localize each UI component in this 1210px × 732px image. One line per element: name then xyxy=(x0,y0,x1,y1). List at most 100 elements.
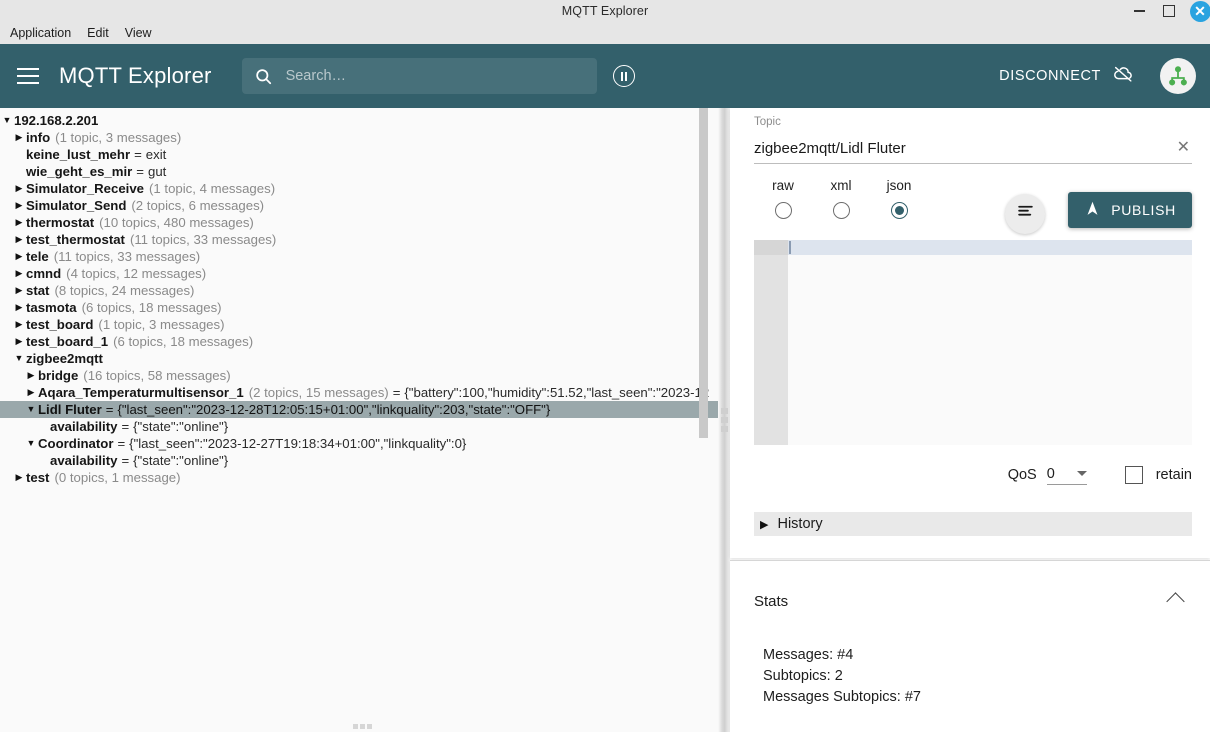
topic-input[interactable] xyxy=(754,135,1171,162)
tree-row-value: {"last_seen":"2023-12-28T12:05:15+01:00"… xyxy=(117,402,551,417)
search-input[interactable] xyxy=(285,58,597,94)
search-box[interactable] xyxy=(241,58,597,94)
caret-collapsed-icon[interactable]: ▶ xyxy=(14,180,24,197)
radio-json-icon[interactable] xyxy=(890,202,908,219)
tree-row-label: wie_geht_es_mir xyxy=(26,164,133,179)
chevron-up-icon[interactable] xyxy=(1166,592,1185,611)
maximize-icon[interactable] xyxy=(1154,0,1184,22)
format-option-raw[interactable]: raw xyxy=(754,178,812,219)
menu-item-view[interactable]: View xyxy=(117,24,160,42)
caret-collapsed-icon[interactable]: ▶ xyxy=(14,129,24,146)
tree-row[interactable]: ▶ test (0 topics, 1 message) xyxy=(0,469,718,486)
radio-xml-icon[interactable] xyxy=(832,202,850,219)
tree-row[interactable]: ▶ Simulator_Send (2 topics, 6 messages) xyxy=(0,197,718,214)
tree-row[interactable]: ▼ zigbee2mqtt xyxy=(0,350,718,367)
tree-row[interactable]: ▶ tele (11 topics, 33 messages) xyxy=(0,248,718,265)
tree-row-value: exit xyxy=(145,147,167,162)
format-option-json[interactable]: json xyxy=(870,178,928,219)
caret-collapsed-icon[interactable]: ▶ xyxy=(26,384,36,401)
tree-row-label: tasmota xyxy=(26,300,77,315)
tree-row-count: (1 topic, 4 messages) xyxy=(149,181,276,196)
caret-expanded-icon[interactable]: ▼ xyxy=(26,401,36,418)
format-label-raw: raw xyxy=(772,178,794,193)
tree-row[interactable]: ▶ test_board (1 topic, 3 messages) xyxy=(0,316,718,333)
tree-row-label: Lidl Fluter xyxy=(38,402,102,417)
app-title: MQTT Explorer xyxy=(59,63,212,88)
publish-button[interactable]: PUBLISH xyxy=(1068,192,1192,228)
caret-collapsed-icon[interactable]: ▶ xyxy=(14,231,24,248)
menu-hamburger-icon[interactable] xyxy=(17,68,39,84)
caret-collapsed-icon[interactable]: ▶ xyxy=(14,248,24,265)
search-icon xyxy=(242,67,286,86)
stats-list: Messages: #4 Subtopics: 2 Messages Subtopi… xyxy=(763,645,921,708)
main-area: ▼ 192.168.2.201 ▶ info (1 topic, 3 messages)… xyxy=(0,108,1210,732)
history-section-toggle[interactable]: ▶ History xyxy=(754,512,1192,536)
radio-raw-icon[interactable] xyxy=(774,202,792,219)
tree-row[interactable]: ▼ 192.168.2.201 xyxy=(0,112,718,129)
tree-row-label: stat xyxy=(26,283,50,298)
format-option-xml[interactable]: xml xyxy=(812,178,870,219)
tree-row[interactable]: ▼ Coordinator = {"last_seen":"2023-12-27T19… xyxy=(0,435,718,452)
clear-icon[interactable]: ✕ xyxy=(1171,137,1192,160)
tree-row-label: test_thermostat xyxy=(26,232,125,247)
retain-checkbox[interactable] xyxy=(1124,466,1143,484)
caret-expanded-icon[interactable]: ▼ xyxy=(26,435,36,452)
tree-row[interactable]: ▶ Simulator_Receive (1 topic, 4 messages) xyxy=(0,180,718,197)
stats-header[interactable]: Stats xyxy=(754,592,1186,611)
tree-row-equals: = xyxy=(136,164,144,179)
tree-row[interactable]: ▶ test_thermostat (11 topics, 33 messages) xyxy=(0,231,718,248)
tree-row[interactable]: ▶ test_board_1 (6 topics, 18 messages) xyxy=(0,333,718,350)
tree-row[interactable]: ▶ info (1 topic, 3 messages) xyxy=(0,129,718,146)
tree-row[interactable]: ▶availability={"state":"online"} xyxy=(0,452,718,469)
tree-row[interactable]: ▶keine_lust_mehr=exit xyxy=(0,146,718,163)
disconnect-button[interactable]: DISCONNECT xyxy=(991,57,1142,95)
tree-row[interactable]: ▶ bridge (16 topics, 58 messages) xyxy=(0,367,718,384)
caret-expanded-icon[interactable]: ▼ xyxy=(2,112,12,129)
window-controls: ✕ xyxy=(1124,0,1210,22)
tree-row-equals: = xyxy=(392,385,401,400)
minimize-icon[interactable] xyxy=(1124,0,1154,22)
caret-collapsed-icon[interactable]: ▶ xyxy=(14,299,24,316)
tree-row[interactable]: ▶ thermostat (10 topics, 480 messages) xyxy=(0,214,718,231)
menu-item-application[interactable]: Application xyxy=(2,24,79,42)
tree-row[interactable]: ▶wie_geht_es_mir=gut xyxy=(0,163,718,180)
caret-collapsed-icon[interactable]: ▶ xyxy=(14,469,24,486)
tree-row[interactable]: ▶ cmnd (4 topics, 12 messages) xyxy=(0,265,718,282)
topic-tree[interactable]: ▼ 192.168.2.201 ▶ info (1 topic, 3 messages)… xyxy=(0,108,718,715)
stats-card: Stats Messages: #4 Subtopics: 2 Messages S… xyxy=(730,560,1210,732)
pause-button[interactable] xyxy=(611,63,637,89)
tree-row[interactable]: ▶availability={"state":"online"} xyxy=(0,418,718,435)
tree-row[interactable]: ▶ tasmota (6 topics, 18 messages) xyxy=(0,299,718,316)
caret-collapsed-icon[interactable]: ▶ xyxy=(14,214,24,231)
editor-body[interactable] xyxy=(788,240,1192,445)
tree-row[interactable]: ▶ stat (8 topics, 24 messages) xyxy=(0,282,718,299)
format-document-button[interactable] xyxy=(1005,194,1045,234)
vertical-splitter-handle[interactable] xyxy=(718,108,730,732)
pause-icon xyxy=(612,65,635,87)
horizontal-splitter-handle[interactable] xyxy=(349,722,375,731)
close-button[interactable]: ✕ xyxy=(1184,0,1210,22)
tree-row-label: test_board xyxy=(26,317,94,332)
topic-field[interactable]: ✕ xyxy=(754,134,1192,164)
qos-select[interactable]: 0 xyxy=(1046,466,1087,485)
caret-expanded-icon[interactable]: ▼ xyxy=(14,350,24,367)
tree-row[interactable]: ▶ Aqara_Temperaturmultisensor_1 (2 topics,… xyxy=(0,384,718,401)
caret-collapsed-icon[interactable]: ▶ xyxy=(14,333,24,350)
caret-collapsed-icon[interactable]: ▶ xyxy=(14,197,24,214)
caret-collapsed-icon[interactable]: ▶ xyxy=(26,367,36,384)
tree-vertical-scrollbar[interactable] xyxy=(699,108,708,732)
tree-row-count: (16 topics, 58 messages) xyxy=(83,368,231,383)
tree-scrollbar-thumb[interactable] xyxy=(699,108,708,438)
menubar: Application Edit View xyxy=(0,22,1210,44)
tree-row-label: thermostat xyxy=(26,215,95,230)
publish-arrow-icon xyxy=(1084,200,1101,220)
format-label-json: json xyxy=(886,178,912,193)
avatar[interactable] xyxy=(1160,58,1196,94)
menu-item-edit[interactable]: Edit xyxy=(79,24,117,42)
caret-collapsed-icon[interactable]: ▶ xyxy=(14,316,24,333)
tree-row[interactable]: ▼ Lidl Fluter = {"last_seen":"2023-12-28T12… xyxy=(0,401,718,418)
format-row: raw xml json PUBLISH xyxy=(754,178,1192,238)
message-editor[interactable] xyxy=(754,240,1192,445)
caret-collapsed-icon[interactable]: ▶ xyxy=(14,265,24,282)
caret-collapsed-icon[interactable]: ▶ xyxy=(14,282,24,299)
